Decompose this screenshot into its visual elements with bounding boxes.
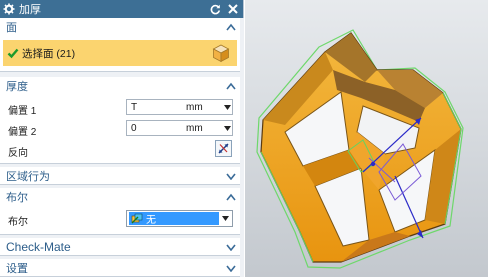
offset2-value[interactable]: 0	[127, 123, 186, 134]
thickness-section-title: 厚度	[6, 81, 28, 93]
boolean-section-header[interactable]: 布尔	[0, 188, 240, 206]
select-face-label: 选择面 (21)	[22, 47, 76, 60]
offset1-label: 偏置 1	[8, 106, 37, 117]
settings-section: 设置	[0, 259, 240, 277]
checkmate-header[interactable]: Check-Mate	[0, 238, 240, 256]
cube-select-icon[interactable]	[211, 43, 231, 63]
offset2-unit[interactable]: mm	[186, 123, 222, 134]
reverse-direction-button[interactable]	[215, 140, 232, 157]
boolean-value: 无	[146, 215, 156, 226]
offset2-label: 偏置 2	[8, 127, 37, 138]
boolean-selected-option[interactable]: 无	[129, 212, 219, 226]
thickness-section-header[interactable]: 厚度	[0, 77, 240, 95]
offset2-unit-dropdown[interactable]	[222, 125, 232, 131]
region-behavior-section: 区域行为	[0, 167, 240, 185]
reverse-direction-icon	[218, 143, 229, 154]
thicken-dialog: 加厚 面 选择面 (21) 厚度 偏置 1 T mm 偏置 2 0 mm 反向 …	[0, 0, 244, 277]
offset1-value[interactable]: T	[127, 102, 186, 113]
boolean-select[interactable]: 无	[126, 210, 233, 227]
thickness-section: 厚度 偏置 1 T mm 偏置 2 0 mm 反向	[0, 77, 240, 164]
dialog-body: 面 选择面 (21) 厚度 偏置 1 T mm 偏置 2 0 mm 反向 区域行…	[0, 18, 244, 277]
checkmate-section: Check-Mate	[0, 238, 240, 256]
select-face-row[interactable]: 选择面 (21)	[3, 40, 237, 66]
chevron-down-icon	[226, 173, 236, 180]
dialog-title-bar[interactable]: 加厚	[0, 0, 243, 18]
chevron-down-icon	[223, 125, 231, 131]
dialog-title: 加厚	[19, 4, 41, 16]
chevron-down-icon	[226, 265, 236, 272]
face-section-title: 面	[6, 22, 17, 34]
region-behavior-header[interactable]: 区域行为	[0, 167, 240, 185]
face-section: 面 选择面 (21)	[0, 18, 240, 72]
thickened-part-model[interactable]	[245, 0, 488, 277]
reset-icon	[210, 4, 221, 14]
region-behavior-title: 区域行为	[6, 171, 50, 183]
close-button[interactable]	[226, 3, 239, 16]
chevron-up-icon	[226, 82, 236, 90]
reverse-label: 反向	[8, 148, 28, 159]
chevron-down-icon	[223, 104, 231, 110]
boolean-section: 布尔 布尔 无	[0, 188, 240, 235]
chevron-down-icon	[226, 244, 236, 251]
offset1-field[interactable]: T mm	[126, 99, 233, 115]
close-icon	[227, 4, 238, 14]
offset1-unit[interactable]: mm	[186, 102, 222, 113]
settings-header[interactable]: 设置	[0, 259, 240, 277]
checkmate-title: Check-Mate	[6, 240, 71, 254]
chevron-up-icon	[226, 193, 236, 201]
chevron-down-icon	[222, 216, 229, 221]
graphics-viewport[interactable]	[245, 0, 488, 277]
settings-title: 设置	[6, 263, 28, 275]
checkmark-icon	[7, 48, 19, 59]
boolean-label: 布尔	[8, 217, 28, 228]
offset2-field[interactable]: 0 mm	[126, 120, 233, 136]
reset-button[interactable]	[209, 3, 222, 16]
boolean-section-title: 布尔	[6, 192, 28, 204]
offset1-unit-dropdown[interactable]	[222, 104, 232, 110]
nx-application: 加厚 面 选择面 (21) 厚度 偏置 1 T mm 偏置 2 0 mm 反向 …	[0, 0, 488, 277]
boolean-none-icon	[131, 213, 143, 224]
chevron-up-icon	[226, 23, 236, 31]
gear-icon[interactable]	[3, 3, 15, 15]
boolean-dropdown[interactable]	[219, 216, 232, 221]
face-section-header[interactable]: 面	[0, 18, 240, 36]
